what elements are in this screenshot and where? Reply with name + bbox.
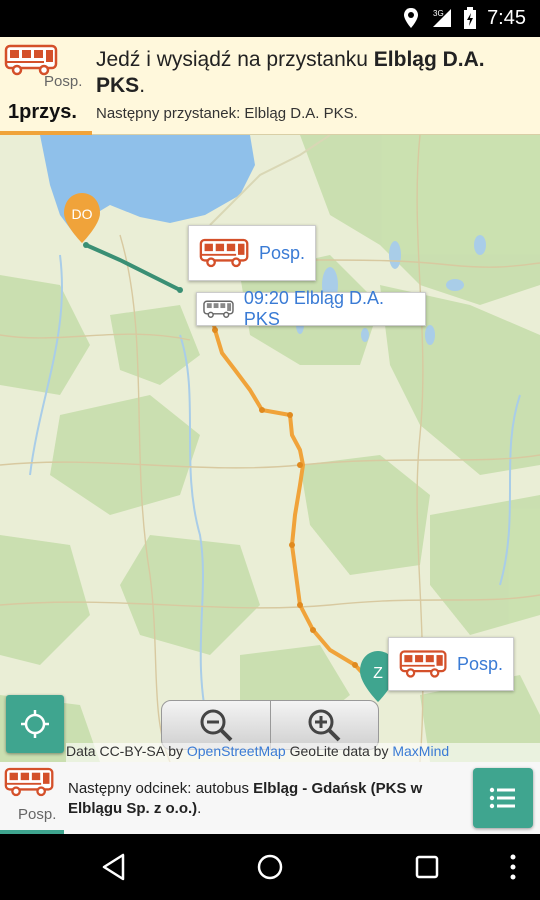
maxmind-link[interactable]: MaxMind xyxy=(392,743,449,759)
back-button[interactable] xyxy=(97,850,131,884)
svg-text:3G: 3G xyxy=(433,9,444,18)
back-icon xyxy=(102,853,125,881)
bus-icon xyxy=(199,238,249,268)
signal-3g-icon: 3G xyxy=(433,9,452,27)
bus-icon xyxy=(399,650,447,678)
next-segment-panel[interactable]: Posp. Następny odcinek: autobus Elbląg -… xyxy=(0,762,540,834)
callout-end-vehicle[interactable]: Posp. xyxy=(388,637,514,691)
start-marker-label: DO xyxy=(72,206,93,222)
bus-icon xyxy=(4,44,58,76)
location-icon xyxy=(404,8,419,28)
instruction-title: Jedź i wysiądź na przystanku Elbląg D.A.… xyxy=(96,48,485,97)
recents-icon xyxy=(415,855,439,879)
zoom-out-icon xyxy=(200,709,233,742)
zoom-in-button[interactable] xyxy=(271,701,379,749)
status-bar: 3G 7:45 xyxy=(0,0,540,37)
overflow-menu-icon xyxy=(510,854,516,880)
bus-small-icon xyxy=(203,300,234,318)
vehicle-label: Posp. xyxy=(18,806,57,823)
home-icon xyxy=(257,854,283,880)
battery-icon xyxy=(464,7,477,29)
menu-button[interactable] xyxy=(496,850,530,884)
osm-link[interactable]: OpenStreetMap xyxy=(187,743,286,759)
my-location-button[interactable] xyxy=(6,695,64,753)
callout-start-vehicle[interactable]: Posp. xyxy=(188,225,316,281)
callout-departure-label: 09:20 Elbląg D.A. PKS xyxy=(243,288,384,329)
next-segment-text: Następny odcinek: autobus Elbląg - Gdańs… xyxy=(68,780,423,817)
recents-button[interactable] xyxy=(410,850,444,884)
zoom-in-icon xyxy=(308,709,341,742)
stops-count: 1przys. xyxy=(8,101,77,123)
callout-vehicle-label: Posp. xyxy=(456,653,503,674)
list-icon xyxy=(489,787,515,809)
system-nav-bar xyxy=(0,834,540,900)
crosshair-icon xyxy=(21,710,49,738)
instruction-panel[interactable]: Posp. 1przys. Jedź i wysiądź na przystan… xyxy=(0,37,540,135)
callout-departure[interactable]: 09:20 Elbląg D.A. PKS xyxy=(196,288,426,329)
callout-vehicle-label: Posp. xyxy=(258,242,305,263)
home-button[interactable] xyxy=(253,850,287,884)
vehicle-label: Posp. xyxy=(44,73,83,90)
bus-icon xyxy=(4,767,54,797)
end-marker-label: Z xyxy=(373,665,383,682)
map-view[interactable]: DO Z Posp. 09:20 Elbląg D.A. PKS Posp. D… xyxy=(0,135,540,762)
map-attribution: Data CC-BY-SA by OpenStreetMap GeoLite d… xyxy=(66,743,540,762)
clock: 7:45 xyxy=(487,6,526,29)
next-stop-text: Następny przystanek: Elbląg D.A. PKS. xyxy=(96,105,358,122)
zoom-out-button[interactable] xyxy=(162,701,270,749)
itinerary-list-button[interactable] xyxy=(473,768,533,828)
vehicle-block[interactable]: Posp. 1przys. xyxy=(0,37,92,135)
